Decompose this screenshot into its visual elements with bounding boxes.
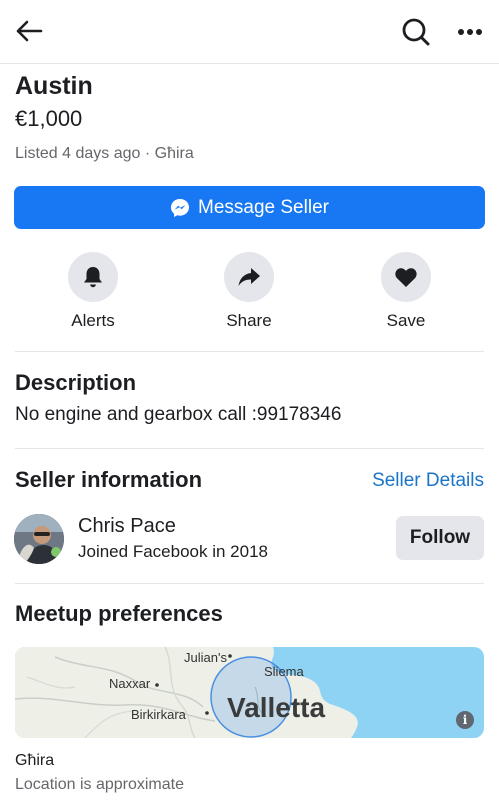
top-bar: [0, 0, 499, 64]
back-arrow-icon[interactable]: [12, 14, 46, 48]
map-label-naxxar: Naxxar: [109, 676, 151, 691]
divider: [15, 448, 484, 449]
divider: [15, 351, 484, 352]
map-label-sliema: Sliema: [264, 664, 304, 679]
alerts-button[interactable]: [68, 252, 118, 302]
description-text: No engine and gearbox call :99178346: [15, 404, 342, 425]
save-action[interactable]: Save: [351, 252, 461, 331]
alerts-label: Alerts: [71, 311, 115, 330]
follow-button[interactable]: Follow: [396, 516, 484, 560]
save-button[interactable]: [381, 252, 431, 302]
map-label-birkirkara: Birkirkara: [131, 707, 186, 722]
description-heading: Description: [15, 370, 137, 395]
share-button[interactable]: [224, 252, 274, 302]
meetup-heading: Meetup preferences: [15, 601, 223, 626]
message-seller-button[interactable]: Message Seller: [14, 186, 485, 229]
map-label-valletta: Valletta: [227, 692, 326, 723]
message-seller-label: Message Seller: [198, 196, 329, 218]
divider: [15, 583, 484, 584]
share-label: Share: [226, 311, 272, 330]
bell-icon: [84, 267, 102, 288]
messenger-icon: [170, 198, 190, 218]
seller-joined: Joined Facebook in 2018: [78, 542, 268, 561]
meetup-location-note: Location is approximate: [15, 776, 184, 793]
avatar[interactable]: [14, 514, 64, 564]
more-options-icon[interactable]: [452, 16, 488, 48]
map-label-julians: Julian's: [184, 650, 227, 665]
heart-icon: [395, 268, 417, 287]
map-info-icon[interactable]: i: [456, 711, 474, 729]
seller-details-link[interactable]: Seller Details: [372, 470, 484, 492]
alerts-action[interactable]: Alerts: [38, 252, 148, 331]
listing-price: €1,000: [15, 106, 83, 131]
share-action[interactable]: Share: [194, 252, 304, 331]
save-label: Save: [386, 311, 426, 330]
listing-title: Austin: [15, 72, 93, 100]
location-map[interactable]: Julian's Sliema Naxxar Birkirkara Vallet…: [15, 647, 484, 738]
search-icon[interactable]: [398, 14, 434, 50]
seller-name[interactable]: Chris Pace: [78, 515, 176, 538]
meetup-location-name: Għira: [15, 752, 55, 769]
seller-info-heading: Seller information: [15, 467, 203, 492]
listing-meta: Listed 4 days ago · Għira: [15, 145, 194, 162]
share-arrow-icon: [238, 268, 260, 286]
